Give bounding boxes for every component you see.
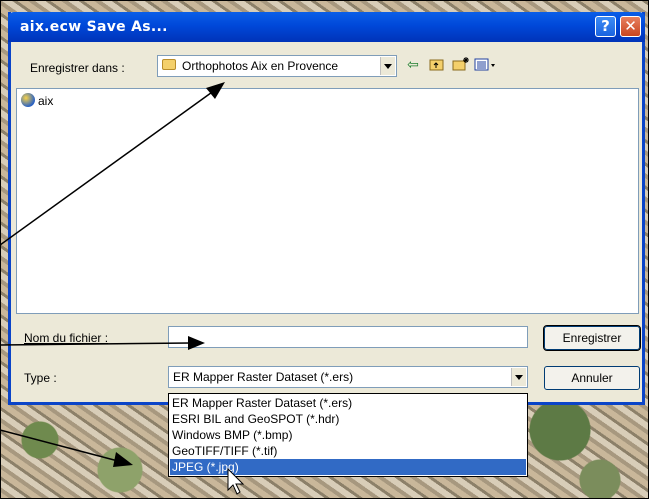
- annotation-arrows: [0, 82, 245, 495]
- arrowhead-type-icon: [113, 452, 133, 467]
- arrow-line-save-in: [0, 89, 216, 246]
- mouse-cursor-icon: [227, 467, 245, 495]
- arrow-line-type: [0, 429, 119, 462]
- arrow-line-filename: [0, 342, 191, 346]
- arrowhead-filename-icon: [188, 336, 205, 350]
- arrowhead-save-in-icon: [206, 82, 225, 99]
